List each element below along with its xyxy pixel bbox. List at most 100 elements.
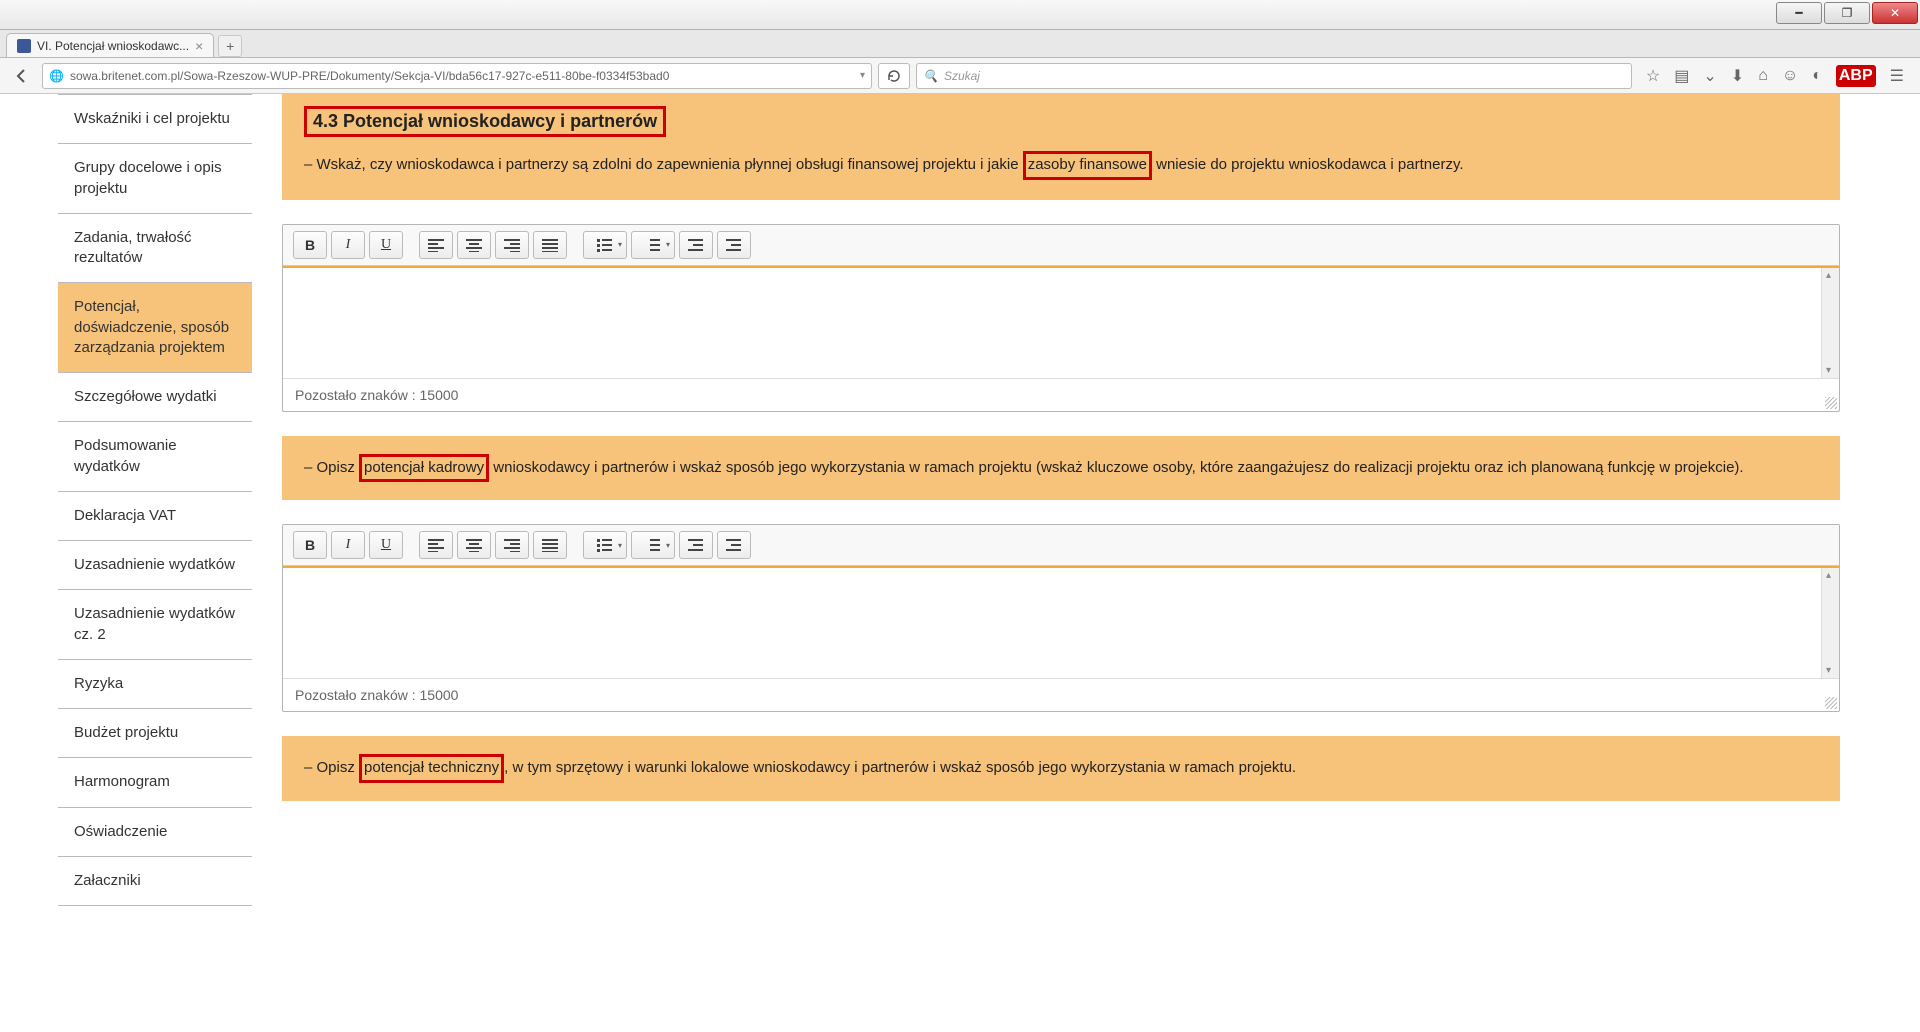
bold-button[interactable]: B xyxy=(293,231,327,259)
sidebar-item-label: Uzasadnienie wydatków cz. 2 xyxy=(74,605,235,642)
align-justify-button[interactable] xyxy=(533,531,567,559)
align-right-button[interactable] xyxy=(495,531,529,559)
scrollbar[interactable] xyxy=(1821,268,1839,378)
sidebar-item-label: Deklaracja VAT xyxy=(74,507,176,524)
italic-button[interactable]: I xyxy=(331,231,365,259)
new-tab-button[interactable]: + xyxy=(218,35,242,57)
resize-grip[interactable] xyxy=(1825,697,1837,709)
scrollbar[interactable] xyxy=(1821,568,1839,678)
sidebar-item-label: Wskaźniki i cel projektu xyxy=(74,110,230,127)
home-icon[interactable]: ⌂ xyxy=(1758,67,1768,85)
desc-text: – Opisz xyxy=(304,759,359,776)
sidebar-item-grupy[interactable]: Grupy docelowe i opis projektu xyxy=(58,144,252,214)
menu-icon[interactable]: ☰ xyxy=(1890,66,1904,86)
browser-nav-bar: 🌐 sowa.britenet.com.pl/Sowa-Rzeszow-WUP-… xyxy=(0,58,1920,94)
sidebar-item-harmonogram[interactable]: Harmonogram xyxy=(58,758,252,807)
char-counter-1: Pozostało znaków : 15000 xyxy=(283,378,1839,411)
back-button[interactable] xyxy=(8,62,36,90)
sidebar-item-oswiadczenie[interactable]: Oświadczenie xyxy=(58,808,252,857)
sidebar-item-label: Grupy docelowe i opis projektu xyxy=(74,159,222,196)
sidebar-item-label: Szczegółowe wydatki xyxy=(74,388,217,405)
resize-grip[interactable] xyxy=(1825,397,1837,409)
sidebar-item-budzet[interactable]: Budżet projektu xyxy=(58,709,252,758)
bullet-list-button[interactable] xyxy=(583,531,627,559)
url-dropdown-icon[interactable]: ▾ xyxy=(860,70,865,81)
bookmark-icon[interactable]: ☆ xyxy=(1646,66,1660,86)
tab-title: VI. Potencjał wnioskodawc... xyxy=(37,39,189,53)
underline-button[interactable]: U xyxy=(369,231,403,259)
sidebar-item-ryzyka[interactable]: Ryzyka xyxy=(58,660,252,709)
download-icon[interactable]: ⬇ xyxy=(1731,66,1744,86)
sidebar-item-uzasadnienie2[interactable]: Uzasadnienie wydatków cz. 2 xyxy=(58,590,252,660)
counter-text: Pozostało znaków : 15000 xyxy=(295,687,458,703)
browser-tab-strip: VI. Potencjał wnioskodawc... × + xyxy=(0,30,1920,58)
sidebar-item-label: Potencjał, doświadczenie, sposób zarządz… xyxy=(74,298,229,356)
browser-toolbar-icons: ☆ ▤ ⌄ ⬇ ⌂ ☺ ◐ ABP ☰ xyxy=(1638,65,1912,87)
url-bar[interactable]: 🌐 sowa.britenet.com.pl/Sowa-Rzeszow-WUP-… xyxy=(42,63,872,89)
search-box[interactable]: 🔍 Szukaj xyxy=(916,63,1632,89)
outdent-button[interactable] xyxy=(679,531,713,559)
sidebar-item-label: Oświadczenie xyxy=(74,823,167,840)
align-left-button[interactable] xyxy=(419,231,453,259)
browser-tab[interactable]: VI. Potencjał wnioskodawc... × xyxy=(6,33,214,57)
bullet-list-button[interactable] xyxy=(583,231,627,259)
search-placeholder: Szukaj xyxy=(944,69,980,83)
sidebar-item-uzasadnienie[interactable]: Uzasadnienie wydatków xyxy=(58,541,252,590)
sidebar-item-label: Uzasadnienie wydatków xyxy=(74,556,235,573)
desc-text: wnioskodawcy i partnerów i wskaż sposób … xyxy=(489,459,1743,476)
sidebar-item-wydatki[interactable]: Szczegółowe wydatki xyxy=(58,373,252,422)
abp-icon[interactable]: ABP xyxy=(1836,65,1876,87)
section-description-1: – Wskaż, czy wnioskodawca i partnerzy są… xyxy=(304,151,1818,180)
editor-block-1: B I U Pozostało znaków : 15000 xyxy=(282,224,1840,412)
notify-icon[interactable]: ◐ xyxy=(1812,67,1822,85)
align-center-button[interactable] xyxy=(457,231,491,259)
underline-button[interactable]: U xyxy=(369,531,403,559)
align-justify-button[interactable] xyxy=(533,231,567,259)
desc-text: , w tym sprzętowy i warunki lokalowe wni… xyxy=(504,759,1296,776)
section-title: 4.3 Potencjał wnioskodawcy i partnerów xyxy=(304,106,666,137)
sidebar-item-podsumowanie[interactable]: Podsumowanie wydatków xyxy=(58,422,252,492)
tab-close-button[interactable]: × xyxy=(195,39,203,53)
window-close-button[interactable]: ✕ xyxy=(1872,2,1918,24)
number-list-button[interactable] xyxy=(631,531,675,559)
favicon-icon xyxy=(17,39,31,53)
window-maximize-button[interactable]: ❐ xyxy=(1824,2,1870,24)
sidebar-item-zalaczniki[interactable]: Załaczniki xyxy=(58,857,252,906)
counter-text: Pozostało znaków : 15000 xyxy=(295,387,458,403)
sidebar-item-label: Załaczniki xyxy=(74,872,141,889)
sidebar-item-label: Zadania, trwałość rezultatów xyxy=(74,229,192,266)
sidebar-item-vat[interactable]: Deklaracja VAT xyxy=(58,492,252,541)
window-minimize-button[interactable]: ━ xyxy=(1776,2,1822,24)
desc-text: wniesie do projektu wnioskodawca i partn… xyxy=(1152,156,1464,173)
chat-icon[interactable]: ☺ xyxy=(1782,67,1798,85)
sidebar-item-zadania[interactable]: Zadania, trwałość rezultatów xyxy=(58,214,252,284)
char-counter-2: Pozostało znaków : 15000 xyxy=(283,678,1839,711)
section-header: 4.3 Potencjał wnioskodawcy i partnerów –… xyxy=(282,94,1840,200)
number-list-button[interactable] xyxy=(631,231,675,259)
highlight-kadrowy: potencjał kadrowy xyxy=(359,454,489,483)
rich-text-input-2[interactable] xyxy=(283,566,1839,678)
reader-icon[interactable]: ▤ xyxy=(1674,66,1689,86)
outdent-button[interactable] xyxy=(679,231,713,259)
section-description-2: – Opisz potencjał kadrowy wnioskodawcy i… xyxy=(282,436,1840,501)
globe-icon: 🌐 xyxy=(49,69,64,83)
italic-button[interactable]: I xyxy=(331,531,365,559)
sidebar: Wskaźniki i cel projektu Grupy docelowe … xyxy=(0,94,252,1032)
sidebar-item-potencjal[interactable]: Potencjał, doświadczenie, sposób zarządz… xyxy=(58,283,252,373)
align-left-button[interactable] xyxy=(419,531,453,559)
section-description-3: – Opisz potencjał techniczny, w tym sprz… xyxy=(282,736,1840,801)
highlight-techniczny: potencjał techniczny xyxy=(359,754,504,783)
sidebar-item-label: Budżet projektu xyxy=(74,724,178,741)
main-content: 4.3 Potencjał wnioskodawcy i partnerów –… xyxy=(252,94,1920,1032)
reload-button[interactable] xyxy=(878,63,910,89)
sidebar-item-wskazniki[interactable]: Wskaźniki i cel projektu xyxy=(58,94,252,144)
bold-button[interactable]: B xyxy=(293,531,327,559)
desc-text: – Opisz xyxy=(304,459,359,476)
indent-button[interactable] xyxy=(717,531,751,559)
pocket-icon[interactable]: ⌄ xyxy=(1703,66,1716,86)
indent-button[interactable] xyxy=(717,231,751,259)
align-right-button[interactable] xyxy=(495,231,529,259)
highlight-zasoby: zasoby finansowe xyxy=(1023,151,1152,180)
align-center-button[interactable] xyxy=(457,531,491,559)
rich-text-input-1[interactable] xyxy=(283,266,1839,378)
